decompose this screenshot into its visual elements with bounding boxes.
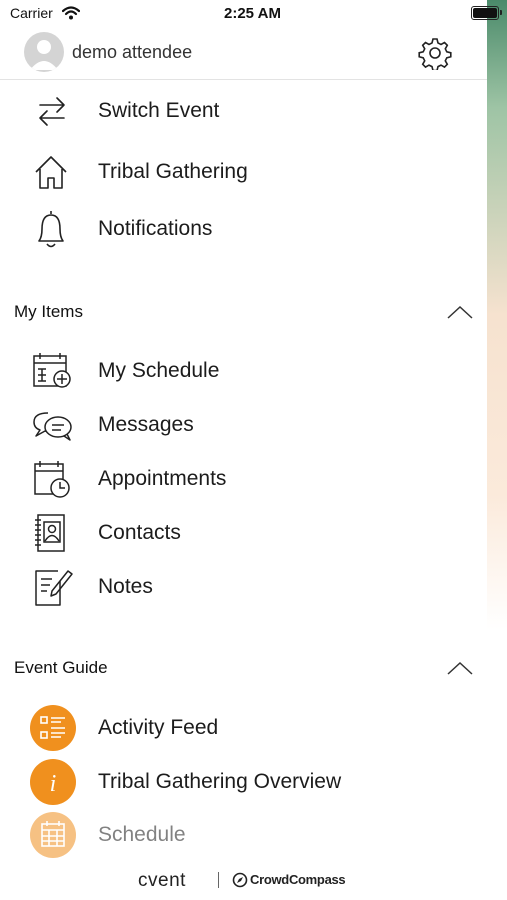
nav-overview[interactable]: i Tribal Gathering Overview <box>0 757 487 805</box>
nav-label: Messages <box>98 413 194 436</box>
switch-arrows-icon <box>30 91 74 131</box>
calendar-add-icon <box>30 351 74 391</box>
profile-header[interactable]: demo attendee <box>0 28 487 80</box>
nav-label: Contacts <box>98 521 181 544</box>
chevron-up-icon[interactable] <box>446 304 474 325</box>
nav-activity-feed[interactable]: Activity Feed <box>0 703 487 751</box>
home-icon <box>30 152 74 192</box>
calendar-clock-icon <box>30 459 74 499</box>
bell-icon <box>30 209 74 249</box>
chevron-up-icon[interactable] <box>446 660 474 681</box>
carrier-label: Carrier <box>10 5 53 21</box>
crowdcompass-logo: CrowdCompass <box>250 872 346 887</box>
gear-icon[interactable] <box>418 36 452 72</box>
status-time: 2:25 AM <box>224 5 281 22</box>
nav-label: Tribal Gathering Overview <box>98 770 342 793</box>
nav-messages[interactable]: Messages <box>0 400 487 448</box>
contact-book-icon <box>30 513 74 553</box>
wifi-icon <box>61 6 81 25</box>
note-pencil-icon <box>30 567 74 607</box>
nav-contacts[interactable]: Contacts <box>0 508 487 556</box>
nav-label: Notes <box>98 575 153 598</box>
svg-text:i: i <box>50 771 57 797</box>
section-title: Event Guide <box>14 658 108 677</box>
background-gradient-edge <box>487 0 507 900</box>
schedule-grid-icon <box>30 812 76 858</box>
nav-my-schedule[interactable]: My Schedule <box>0 346 487 394</box>
cvent-logo: cvent <box>138 870 186 891</box>
nav-label: Appointments <box>98 467 227 490</box>
user-name[interactable]: demo attendee <box>72 42 192 63</box>
nav-schedule[interactable]: Schedule <box>0 810 487 858</box>
avatar[interactable] <box>24 32 64 72</box>
nav-label: My Schedule <box>98 359 220 382</box>
nav-label: Activity Feed <box>98 716 219 739</box>
battery-icon <box>471 6 502 20</box>
status-bar: Carrier 2:25 AM <box>0 0 502 28</box>
nav-label: Schedule <box>98 823 186 846</box>
crowdcompass-logo-icon <box>232 872 248 888</box>
section-my-items[interactable]: My Items <box>0 298 487 328</box>
info-icon: i <box>30 759 76 805</box>
nav-label: Tribal Gathering <box>98 160 248 183</box>
nav-tribal-gathering[interactable]: Tribal Gathering <box>0 147 487 195</box>
activity-feed-icon <box>30 705 76 751</box>
nav-appointments[interactable]: Appointments <box>0 454 487 502</box>
section-event-guide[interactable]: Event Guide <box>0 654 487 684</box>
nav-label: Notifications <box>98 217 213 240</box>
chat-bubbles-icon <box>30 405 74 445</box>
section-title: My Items <box>14 302 83 321</box>
footer-divider <box>218 872 219 888</box>
nav-notes[interactable]: Notes <box>0 562 487 610</box>
nav-switch-event[interactable]: Switch Event <box>0 86 487 134</box>
nav-notifications[interactable]: Notifications <box>0 204 487 252</box>
footer-branding: cvent CrowdCompass <box>0 865 487 895</box>
nav-label: Switch Event <box>98 99 220 122</box>
